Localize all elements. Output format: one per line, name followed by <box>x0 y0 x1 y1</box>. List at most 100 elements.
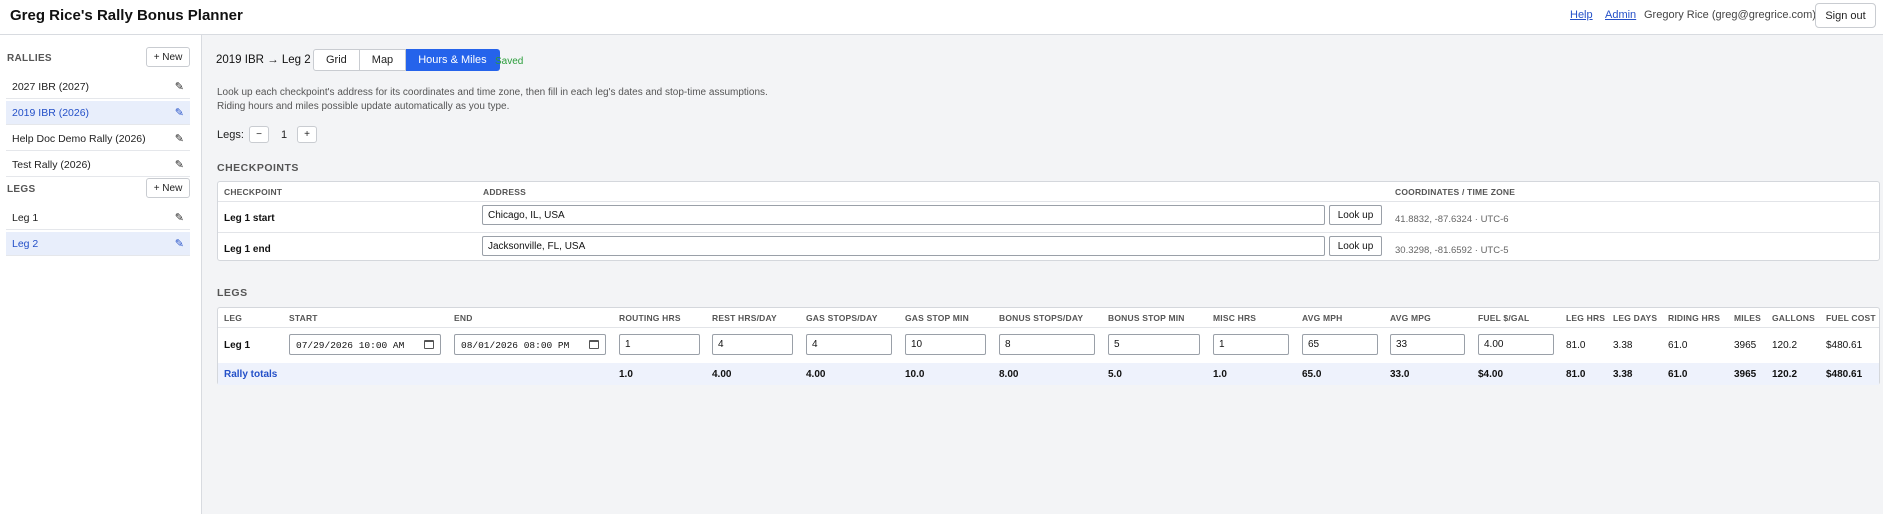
avg-mph-input[interactable] <box>1302 334 1378 355</box>
main-content: 2019 IBR → Leg 2 Grid Map Hours & Miles … <box>203 35 1883 514</box>
pencil-icon[interactable]: ✎ <box>175 158 184 171</box>
tab-hours-miles[interactable]: Hours & Miles <box>406 49 500 71</box>
total-gas-stop-min: 10.0 <box>905 369 925 380</box>
column-header: AVG MPG <box>1390 313 1431 323</box>
coordinates-timezone: 30.3298, -81.6592 · UTC-5 <box>1395 245 1509 256</box>
total-routing-hrs: 1.0 <box>619 369 633 380</box>
leg-name: Leg 1 <box>224 340 251 351</box>
rallies-section-title: RALLIES <box>7 53 52 64</box>
pencil-icon[interactable]: ✎ <box>175 106 184 119</box>
coordinates-timezone: 41.8832, -87.6324 · UTC-6 <box>1395 214 1509 225</box>
total-avg-mpg: 33.0 <box>1390 369 1410 380</box>
sign-out-button[interactable]: Sign out <box>1815 3 1876 28</box>
lookup-button[interactable]: Look up <box>1329 205 1382 225</box>
lookup-button[interactable]: Look up <box>1329 236 1382 256</box>
total-riding-hrs: 61.0 <box>1668 369 1688 380</box>
column-header: CHECKPOINT <box>224 187 283 197</box>
column-header: ADDRESS <box>483 187 526 197</box>
column-header: BONUS STOPS/DAY <box>999 313 1084 323</box>
legs-decrement-button[interactable]: − <box>249 126 269 143</box>
help-link[interactable]: Help <box>1570 9 1593 21</box>
avg-mpg-input[interactable] <box>1390 334 1465 355</box>
total-rest-hrs-day: 4.00 <box>712 369 732 380</box>
checkpoint-name: Leg 1 start <box>224 213 275 224</box>
leg-hrs-value: 81.0 <box>1566 340 1586 351</box>
bonus-stops-day-input[interactable] <box>999 334 1095 355</box>
sidebar-item-label: Leg 1 <box>12 212 39 224</box>
total-leg-hrs: 81.0 <box>1566 369 1586 380</box>
legs-increment-button[interactable]: + <box>297 126 317 143</box>
sidebar-item-label: Leg 2 <box>12 238 39 250</box>
bonus-stop-min-input[interactable] <box>1108 334 1200 355</box>
end-datetime-value: 08/01/2026 08:00 PM <box>461 340 570 351</box>
total-leg-days: 3.38 <box>1613 369 1633 380</box>
totals-row: Rally totals 1.0 4.00 4.00 10.0 8.00 5.0… <box>218 363 1879 385</box>
gas-stop-min-input[interactable] <box>905 334 986 355</box>
column-header: ROUTING HRS <box>619 313 681 323</box>
sidebar-item-rally[interactable]: Help Doc Demo Rally (2026) ✎ <box>6 127 190 151</box>
tab-grid[interactable]: Grid <box>313 49 360 71</box>
checkpoints-section-title: CHECKPOINTS <box>217 162 299 174</box>
total-bonus-stops-day: 8.00 <box>999 369 1019 380</box>
gas-stops-day-input[interactable] <box>806 334 892 355</box>
legs-section-title: LEGS <box>217 287 248 299</box>
tab-map[interactable]: Map <box>359 49 407 71</box>
app-header: Greg Rice's Rally Bonus Planner Help Adm… <box>0 0 1883 35</box>
column-header: GALLONS <box>1772 313 1815 323</box>
routing-hrs-input[interactable] <box>619 334 700 355</box>
sidebar: RALLIES + New 2027 IBR (2027) ✎ 2019 IBR… <box>0 35 202 514</box>
column-header: GAS STOP MIN <box>905 313 969 323</box>
column-header: END <box>454 313 473 323</box>
app-title: Greg Rice's Rally Bonus Planner <box>10 7 243 24</box>
sidebar-item-rally[interactable]: Test Rally (2026) ✎ <box>6 153 190 177</box>
user-identity: Gregory Rice (greg@gregrice.com) <box>1644 9 1816 21</box>
sidebar-item-leg-selected[interactable]: Leg 2 ✎ <box>6 232 190 256</box>
sidebar-item-rally[interactable]: 2027 IBR (2027) ✎ <box>6 75 190 99</box>
pencil-icon[interactable]: ✎ <box>175 132 184 145</box>
column-header: LEG HRS <box>1566 313 1606 323</box>
calendar-icon[interactable] <box>589 340 599 349</box>
miles-value: 3965 <box>1734 340 1757 351</box>
column-header: RIDING HRS <box>1668 313 1721 323</box>
view-tabs: Grid Map Hours & Miles <box>313 49 500 71</box>
admin-link[interactable]: Admin <box>1605 9 1636 21</box>
rest-hrs-day-input[interactable] <box>712 334 793 355</box>
column-header: FUEL $/GAL <box>1478 313 1530 323</box>
checkpoints-table: CHECKPOINT ADDRESS COORDINATES / TIME ZO… <box>217 181 1880 261</box>
checkpoint-name: Leg 1 end <box>224 244 271 255</box>
sidebar-item-label: 2019 IBR (2026) <box>12 107 90 119</box>
breadcrumb: 2019 IBR → Leg 2 <box>216 54 311 66</box>
end-datetime-input[interactable]: 08/01/2026 08:00 PM <box>454 334 606 355</box>
column-header: REST HRS/DAY <box>712 313 777 323</box>
pencil-icon[interactable]: ✎ <box>175 237 184 250</box>
address-input[interactable] <box>482 205 1325 225</box>
pencil-icon[interactable]: ✎ <box>175 80 184 93</box>
legs-section-title: LEGS <box>7 184 36 195</box>
new-rally-button[interactable]: + New <box>146 47 190 67</box>
sidebar-item-leg[interactable]: Leg 1 ✎ <box>6 206 190 230</box>
column-header: MISC HRS <box>1213 313 1257 323</box>
column-header: FUEL COST <box>1826 313 1876 323</box>
description-line: Look up each checkpoint's address for it… <box>217 87 768 98</box>
sidebar-item-label: 2027 IBR (2027) <box>12 81 90 93</box>
description-line: Riding hours and miles possible update a… <box>217 101 510 112</box>
misc-hrs-input[interactable] <box>1213 334 1289 355</box>
legs-count-value: 1 <box>281 129 288 141</box>
total-miles: 3965 <box>1734 369 1757 380</box>
column-header: LEG DAYS <box>1613 313 1658 323</box>
total-avg-mph: 65.0 <box>1302 369 1322 380</box>
column-header: BONUS STOP MIN <box>1108 313 1185 323</box>
calendar-icon[interactable] <box>424 340 434 349</box>
pencil-icon[interactable]: ✎ <box>175 211 184 224</box>
total-gallons: 120.2 <box>1772 369 1798 380</box>
new-leg-button[interactable]: + New <box>146 178 190 198</box>
sidebar-item-rally-selected[interactable]: 2019 IBR (2026) ✎ <box>6 101 190 125</box>
column-header: COORDINATES / TIME ZONE <box>1395 187 1516 197</box>
address-input[interactable] <box>482 236 1325 256</box>
fuel-per-gal-input[interactable] <box>1478 334 1554 355</box>
sidebar-item-label: Test Rally (2026) <box>12 159 91 171</box>
total-bonus-stop-min: 5.0 <box>1108 369 1122 380</box>
legs-table: LEG START END ROUTING HRS REST HRS/DAY G… <box>217 307 1880 385</box>
leg-days-value: 3.38 <box>1613 340 1633 351</box>
start-datetime-input[interactable]: 07/29/2026 10:00 AM <box>289 334 441 355</box>
